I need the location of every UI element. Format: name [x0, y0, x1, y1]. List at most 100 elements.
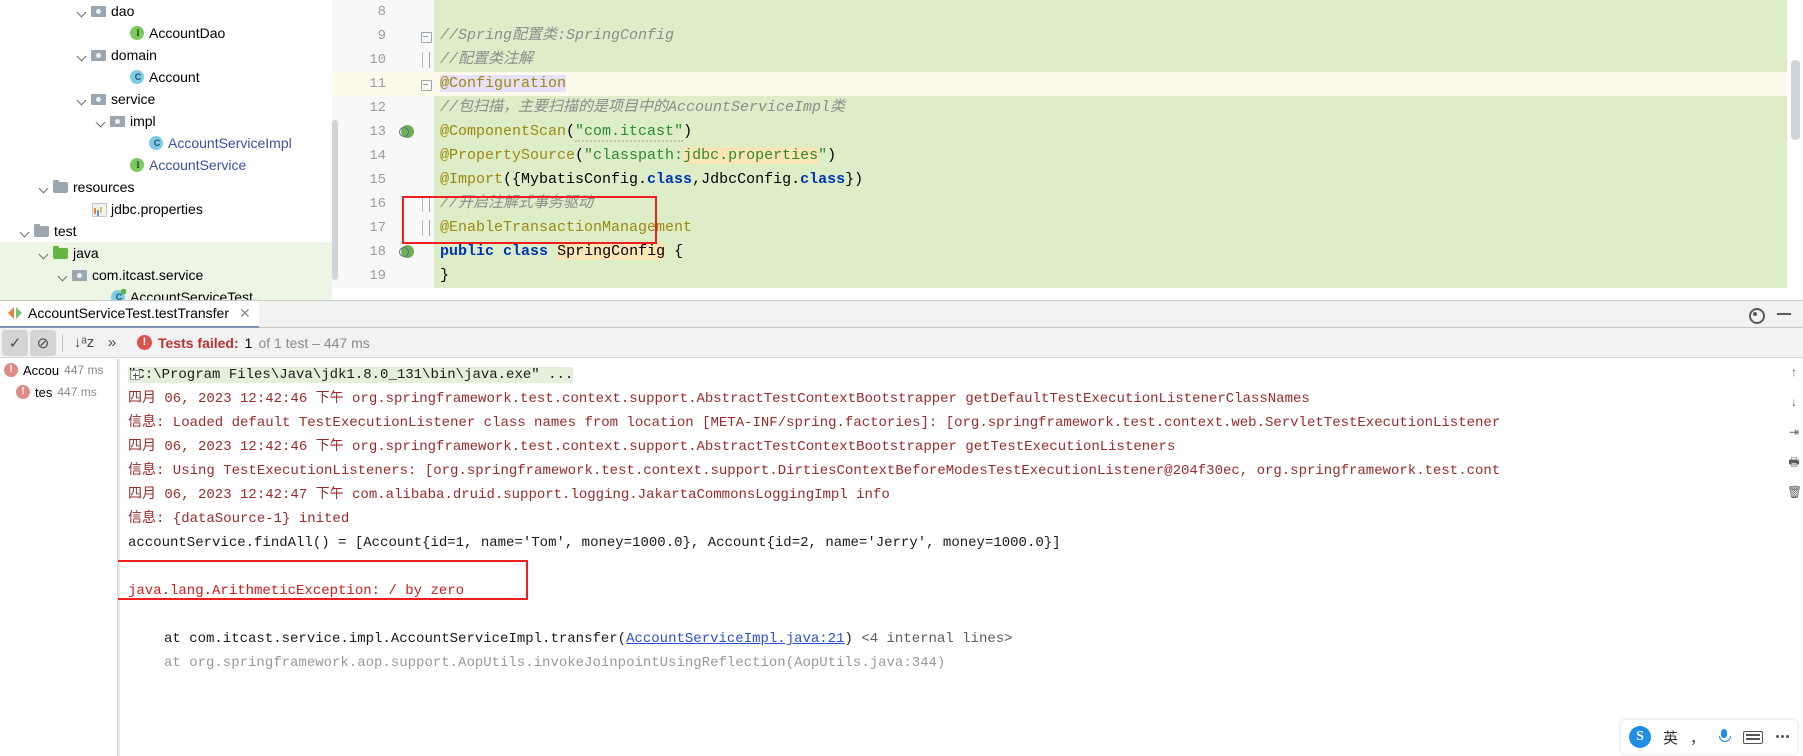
sort-alphabetically-button[interactable]: ↓ᵃz [71, 330, 97, 356]
scroll-up-icon[interactable]: ↑ [1787, 365, 1801, 379]
chevron-down-icon[interactable] [19, 225, 32, 238]
chevron-down-icon[interactable] [38, 181, 51, 194]
trash-icon[interactable]: 🗑 [1787, 485, 1802, 499]
test-result-tree[interactable]: ! Accou 447 ms! tes 447 ms [0, 359, 118, 756]
editor-scrollbar[interactable] [1787, 0, 1803, 300]
tree-item-service[interactable]: service [0, 88, 332, 110]
chevron-down-icon[interactable] [95, 115, 108, 128]
editor-left-scroll-thumb[interactable] [332, 120, 338, 280]
test-failed-icon: ! [16, 385, 30, 399]
expand-trace-icon[interactable] [130, 370, 140, 380]
code-fold-toggle-icon[interactable] [416, 24, 434, 48]
spring-bean-gutter-icon[interactable] [398, 240, 416, 264]
tree-item-impl[interactable]: impl [0, 110, 332, 132]
tree-item-test[interactable]: test [0, 220, 332, 242]
soft-wrap-icon[interactable]: ⇥ [1787, 425, 1801, 439]
code-text[interactable]: @ComponentScan("com.itcast") [434, 120, 1803, 144]
console-bottom-edge [236, 750, 1785, 756]
code-text[interactable]: @Configuration [434, 72, 1803, 96]
tree-item-accountdao[interactable]: AccountDao [0, 22, 332, 44]
tree-item-domain[interactable]: domain [0, 44, 332, 66]
tree-item-dao[interactable]: dao [0, 0, 332, 22]
gutter-slot [398, 168, 416, 192]
more-options-icon[interactable] [1775, 730, 1789, 744]
source-link[interactable]: AccountServiceImpl.java:21 [626, 631, 844, 647]
sogou-logo-icon[interactable] [1628, 726, 1651, 748]
code-fold-toggle-icon[interactable] [416, 72, 434, 96]
code-fold-toggle-icon[interactable] [416, 216, 434, 240]
code-fold-toggle-icon[interactable] [416, 48, 434, 72]
test-tree-item[interactable]: ! Accou 447 ms [0, 359, 117, 381]
tab-account-service-test[interactable]: AccountServiceTest.testTransfer ✕ [0, 300, 259, 328]
code-line-8[interactable]: 8 [332, 0, 1803, 24]
gutter-slot [398, 72, 416, 96]
minimize-icon[interactable] [1777, 313, 1791, 315]
microphone-icon[interactable] [1717, 728, 1731, 746]
test-tree-item[interactable]: ! tes 447 ms [0, 381, 117, 403]
code-line-11[interactable]: 11 @Configuration [332, 72, 1803, 96]
tree-item-accountservicetest[interactable]: AccountServiceTest [0, 286, 332, 300]
code-line-13[interactable]: 13 @ComponentScan("com.itcast") [332, 120, 1803, 144]
code-text[interactable]: @EnableTransactionManagement [434, 216, 1803, 240]
fold-slot [416, 168, 434, 192]
code-text[interactable]: //Spring配置类:SpringConfig [434, 24, 1803, 48]
spring-bean-gutter-icon[interactable] [398, 120, 416, 144]
test-results-toolbar[interactable]: ✓ ⊘ ↓ᵃz » ! Tests failed: 1 of 1 test – … [0, 328, 1803, 358]
chevron-down-icon[interactable] [76, 49, 89, 62]
code-line-19[interactable]: 19} [332, 264, 1803, 288]
code-text[interactable]: public class SpringConfig { [434, 240, 1803, 264]
console-output[interactable]: "C:\Program Files\Java\jdk1.8.0_131\bin\… [118, 359, 1785, 756]
test-tab-bar[interactable]: AccountServiceTest.testTransfer ✕ [0, 300, 1803, 328]
code-text[interactable]: } [434, 264, 1803, 288]
expand-all-button[interactable]: » [99, 330, 125, 356]
code-text[interactable]: //配置类注解 [434, 48, 1803, 72]
code-lines[interactable]: 8 9 //Spring配置类:SpringConfig 10 //配置类注解 11 @Co… [332, 0, 1803, 300]
chevron-down-icon[interactable] [76, 93, 89, 106]
scroll-down-icon[interactable]: ↓ [1787, 395, 1801, 409]
code-fold-toggle-icon[interactable] [416, 192, 434, 216]
console-side-toolbar[interactable]: ↑ ↓ ⇥ 🖶 🗑 [1785, 359, 1803, 756]
package-icon [109, 113, 127, 129]
ime-language-label[interactable]: 英 [1663, 727, 1678, 748]
tree-item-accountservice[interactable]: AccountService [0, 154, 332, 176]
code-text[interactable] [434, 0, 1803, 24]
code-editor[interactable]: 8 9 //Spring配置类:SpringConfig 10 //配置类注解 11 @Co… [332, 0, 1803, 300]
ime-toolbar[interactable]: 英 ， [1620, 720, 1797, 754]
chevron-down-icon[interactable] [38, 247, 51, 260]
print-icon[interactable]: 🖶 [1787, 455, 1801, 469]
show-passed-button[interactable]: ✓ [2, 329, 28, 356]
show-ignored-button[interactable]: ⊘ [30, 329, 56, 356]
console-lines: "C:\Program Files\Java\jdk1.8.0_131\bin\… [128, 363, 1785, 675]
tree-item-jdbc-properties[interactable]: jdbc.properties [0, 198, 332, 220]
code-line-9[interactable]: 9 //Spring配置类:SpringConfig [332, 24, 1803, 48]
code-text[interactable]: @Import({MybatisConfig.class,JdbcConfig.… [434, 168, 1803, 192]
tree-item-account[interactable]: Account [0, 66, 332, 88]
project-tree[interactable]: dao AccountDao domain Account service impl Acc… [0, 0, 332, 300]
code-line-10[interactable]: 10 //配置类注解 [332, 48, 1803, 72]
code-line-12[interactable]: 12 //包扫描，主要扫描的是项目中的AccountServiceImpl类 [332, 96, 1803, 120]
code-line-15[interactable]: 15 @Import({MybatisConfig.class,JdbcConfi… [332, 168, 1803, 192]
fold-slot [416, 96, 434, 120]
test-status: ! Tests failed: 1 of 1 test – 447 ms [137, 335, 370, 351]
gear-icon[interactable] [1747, 306, 1765, 324]
chevron-down-icon[interactable] [57, 269, 70, 282]
tree-item-com-itcast-service[interactable]: com.itcast.service [0, 264, 332, 286]
close-icon[interactable]: ✕ [239, 305, 251, 322]
code-text[interactable]: //包扫描，主要扫描的是项目中的AccountServiceImpl类 [434, 96, 1803, 120]
package-icon [71, 267, 89, 283]
editor-scroll-thumb[interactable] [1791, 60, 1800, 140]
tree-item-resources[interactable]: resources [0, 176, 332, 198]
keyboard-icon[interactable] [1743, 730, 1763, 744]
chevron-down-icon[interactable] [76, 5, 89, 18]
tree-item-java[interactable]: java [0, 242, 332, 264]
code-text[interactable]: @PropertySource("classpath:jdbc.properti… [434, 144, 1803, 168]
line-number: 12 [332, 96, 398, 120]
code-text[interactable]: //开启注解式事务驱动 [434, 192, 1803, 216]
code-line-14[interactable]: 14 @PropertySource("classpath:jdbc.proper… [332, 144, 1803, 168]
code-line-18[interactable]: 18 public class SpringConfig { [332, 240, 1803, 264]
tree-item-accountserviceimpl[interactable]: AccountServiceImpl [0, 132, 332, 154]
ime-punctuation-label[interactable]: ， [1690, 727, 1705, 748]
code-line-17[interactable]: 17 @EnableTransactionManagement [332, 216, 1803, 240]
line-number: 11 [332, 72, 398, 96]
code-line-16[interactable]: 16 //开启注解式事务驱动 [332, 192, 1803, 216]
